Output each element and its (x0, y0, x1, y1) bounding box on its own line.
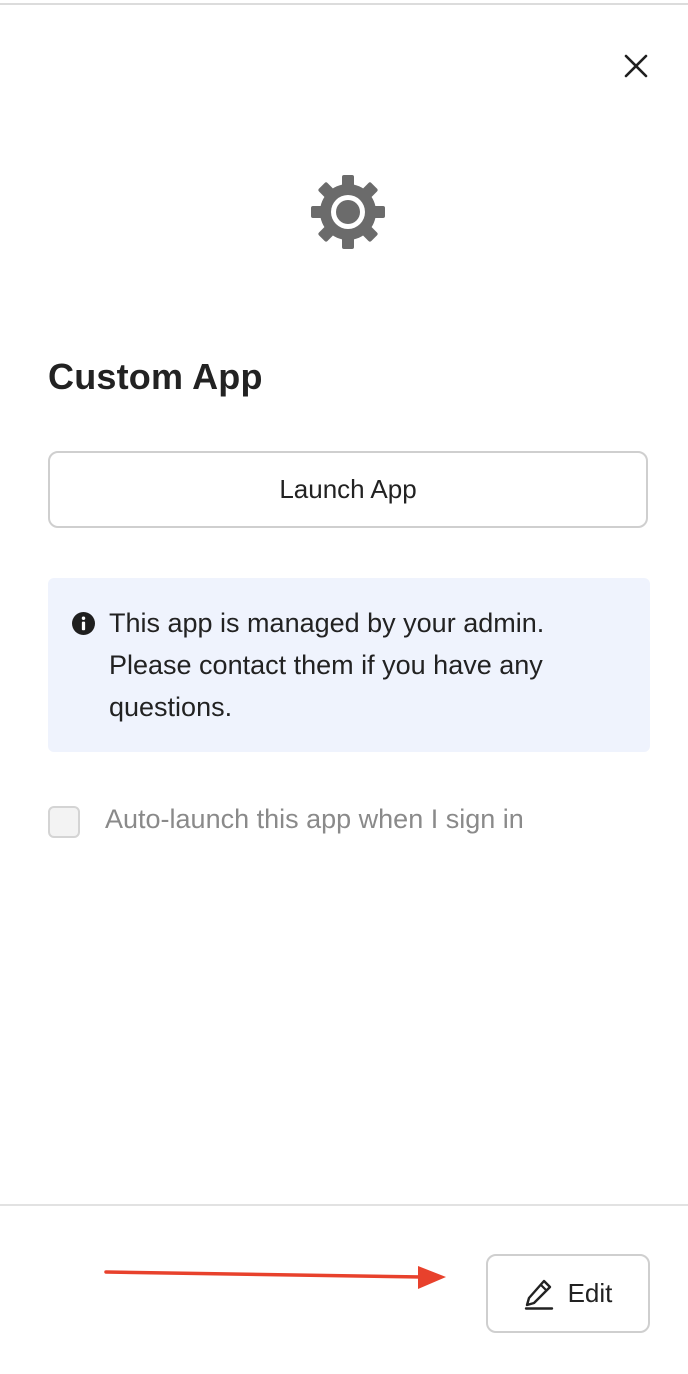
gear-icon (311, 175, 385, 249)
launch-app-button[interactable]: Launch App (48, 451, 648, 528)
admin-notice: This app is managed by your admin. Pleas… (48, 578, 650, 752)
app-title: Custom App (48, 356, 263, 397)
close-button[interactable] (618, 48, 654, 84)
close-icon (624, 54, 648, 78)
edit-button-label: Edit (567, 1278, 613, 1308)
pencil-icon (524, 1279, 553, 1310)
annotation-arrow (104, 1266, 446, 1289)
auto-launch-label[interactable]: Auto-launch this app when I sign in (105, 804, 524, 835)
top-border (0, 3, 688, 5)
auto-launch-checkbox[interactable] (48, 806, 80, 838)
footer-divider (0, 1204, 688, 1206)
app-details-panel: Custom App Launch App This app is manage… (0, 0, 688, 1374)
edit-button[interactable]: Edit (486, 1254, 650, 1333)
info-icon (72, 612, 95, 635)
admin-notice-text: This app is managed by your admin. Pleas… (109, 608, 545, 722)
